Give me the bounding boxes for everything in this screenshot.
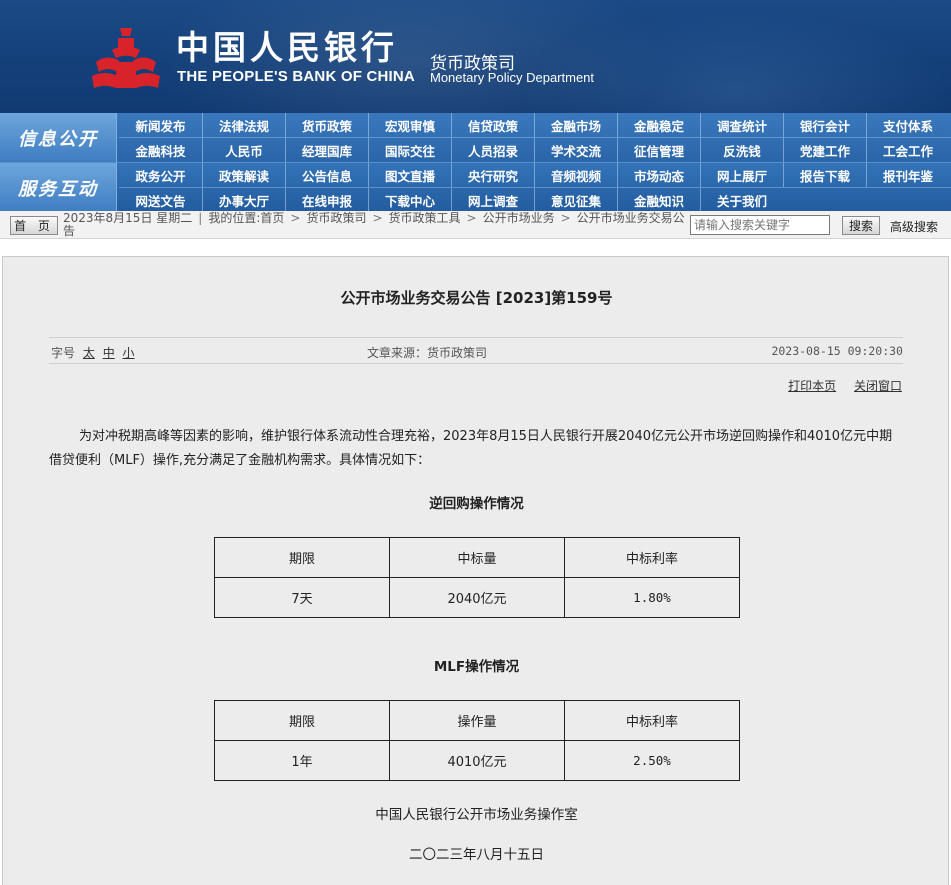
- font-size-large[interactable]: 太: [83, 346, 95, 360]
- table-header-cell: 中标利率: [564, 700, 740, 741]
- sign-date: 二〇二三年八月十五日: [409, 847, 544, 863]
- nav-item[interactable]: 新闻发布: [119, 113, 202, 137]
- table-header-cell: 期限: [214, 700, 390, 741]
- nav-item[interactable]: 市场动态: [617, 163, 700, 187]
- nav-cells: 新闻发布 法律法规 货币政策 宏观审慎 信贷政策 金融市场 金融稳定 调查统计 …: [119, 113, 951, 162]
- print-link[interactable]: 打印本页: [788, 379, 836, 393]
- nav-item[interactable]: 金融市场: [534, 113, 617, 137]
- nav-item[interactable]: 宏观审慎: [368, 113, 451, 137]
- home-button[interactable]: 首 页: [10, 216, 58, 235]
- nav-group-info: 信息公开 新闻发布 法律法规 货币政策 宏观审慎 信贷政策 金融市场 金融稳定 …: [0, 113, 951, 162]
- nav-item[interactable]: 金融稳定: [617, 113, 700, 137]
- table-cell: 1年: [214, 740, 390, 781]
- nav-group-service: 服务互动 政务公开 政策解读 公告信息 图文直播 央行研究 音频视频 市场动态 …: [0, 162, 951, 212]
- nav-item[interactable]: 关于我们: [700, 188, 783, 212]
- nav-item[interactable]: 反洗钱: [700, 138, 783, 162]
- table-cell: 4010亿元: [389, 740, 565, 781]
- font-size-label: 字号: [51, 346, 76, 360]
- table-row: 1年 4010亿元 2.50%: [214, 740, 740, 781]
- article-tools: 打印本页 关闭窗口: [774, 377, 902, 394]
- font-size-medium[interactable]: 中: [103, 346, 115, 360]
- nav-item[interactable]: 调查统计: [700, 113, 783, 137]
- nav-item[interactable]: 人民币: [202, 138, 285, 162]
- article-datetime: 2023-08-15 09:20:30: [771, 344, 903, 358]
- nav-item[interactable]: 银行会计: [783, 113, 866, 137]
- pboc-emblem-icon[interactable]: [90, 26, 162, 92]
- nav-item[interactable]: 下载中心: [368, 188, 451, 212]
- table-header-cell: 中标量: [389, 537, 565, 578]
- nav-item[interactable]: 网上调查: [451, 188, 534, 212]
- nav-item[interactable]: 征信管理: [617, 138, 700, 162]
- nav-item[interactable]: 政务公开: [119, 163, 202, 187]
- main-nav: 信息公开 新闻发布 法律法规 货币政策 宏观审慎 信贷政策 金融市场 金融稳定 …: [0, 113, 951, 212]
- close-window-link[interactable]: 关闭窗口: [854, 379, 902, 393]
- nav-item[interactable]: 金融知识: [617, 188, 700, 212]
- nav-item[interactable]: 报刊年鉴: [866, 163, 949, 187]
- nav-item[interactable]: 支付体系: [866, 113, 949, 137]
- table-cell: 7天: [214, 577, 390, 618]
- department-name-en: Monetary Policy Department: [430, 70, 595, 85]
- breadcrumb-link[interactable]: 货币政策工具: [389, 211, 461, 225]
- nav-item[interactable]: 信贷政策: [451, 113, 534, 137]
- nav-group-label: 信息公开: [0, 113, 117, 162]
- nav-group-label: 服务互动: [0, 163, 117, 212]
- current-date: 2023年8月15日 星期二: [63, 211, 193, 225]
- nav-item[interactable]: 网上展厅: [700, 163, 783, 187]
- table-row: 7天 2040亿元 1.80%: [214, 577, 740, 618]
- table-header-cell: 中标利率: [564, 537, 740, 578]
- nav-item[interactable]: 金融科技: [119, 138, 202, 162]
- article-source: 文章来源：货币政策司: [367, 346, 488, 360]
- bank-name-en: THE PEOPLE'S BANK OF CHINA: [177, 68, 415, 85]
- nav-item[interactable]: 公告信息: [285, 163, 368, 187]
- font-size-control: 字号 太 中 小: [51, 344, 135, 361]
- signature: 中国人民银行公开市场业务操作室: [375, 807, 578, 823]
- nav-item[interactable]: 法律法规: [202, 113, 285, 137]
- table-header-row: 期限 操作量 中标利率: [214, 700, 740, 741]
- location-prefix: 我的位置:: [208, 211, 261, 225]
- table-cell: 1.80%: [564, 577, 740, 618]
- nav-item[interactable]: 人员招录: [451, 138, 534, 162]
- article-meta: 字号 太 中 小 文章来源：货币政策司 2023-08-15 09:20:30: [49, 337, 903, 364]
- search-input[interactable]: [690, 215, 830, 235]
- breadcrumb: 2023年8月15日 星期二 | 我的位置:首页 > 货币政策司 > 货币政策工具 > 公开市场…: [63, 211, 685, 238]
- nav-item[interactable]: 国际交往: [368, 138, 451, 162]
- reverse-repo-title: 逆回购操作情况: [429, 496, 524, 512]
- breadcrumb-link[interactable]: 首页: [260, 211, 284, 225]
- nav-item[interactable]: 网送文告: [119, 188, 202, 212]
- nav-item[interactable]: 音频视频: [534, 163, 617, 187]
- advanced-search-link[interactable]: 高级搜索: [890, 218, 938, 235]
- nav-item[interactable]: 在线申报: [285, 188, 368, 212]
- table-cell: 2.50%: [564, 740, 740, 781]
- nav-item[interactable]: 图文直播: [368, 163, 451, 187]
- nav-item[interactable]: 货币政策: [285, 113, 368, 137]
- breadcrumb-link[interactable]: 货币政策司: [306, 211, 366, 225]
- nav-item[interactable]: 报告下载: [783, 163, 866, 187]
- table-cell: 2040亿元: [389, 577, 565, 618]
- article-title: 公开市场业务交易公告 [2023]第159号: [340, 289, 613, 307]
- nav-item[interactable]: 经理国库: [285, 138, 368, 162]
- table-header-cell: 操作量: [389, 700, 565, 741]
- mlf-title: MLF操作情况: [433, 659, 520, 675]
- nav-item[interactable]: 政策解读: [202, 163, 285, 187]
- nav-item[interactable]: 办事大厅: [202, 188, 285, 212]
- bank-name-cn: 中国人民银行: [176, 28, 398, 67]
- table-header-cell: 期限: [214, 537, 390, 578]
- font-size-small[interactable]: 小: [123, 346, 135, 360]
- nav-item[interactable]: 工会工作: [866, 138, 949, 162]
- breadcrumb-link[interactable]: 公开市场业务: [483, 211, 555, 225]
- table-header-row: 期限 中标量 中标利率: [214, 537, 740, 578]
- search-button[interactable]: 搜索: [842, 216, 880, 235]
- article-container: 公开市场业务交易公告 [2023]第159号 字号 太 中 小 文章来源：货币政…: [2, 256, 949, 885]
- breadcrumb-bar: 首 页 2023年8月15日 星期二 | 我的位置:首页 > 货币政策司 > 货币政策工具 >…: [0, 211, 951, 239]
- nav-item[interactable]: 党建工作: [783, 138, 866, 162]
- header-banner: 中国人民银行 THE PEOPLE'S BANK OF CHINA 货币政策司 …: [0, 0, 951, 113]
- article-paragraph: 为对冲税期高峰等因素的影响，维护银行体系流动性合理充裕，2023年8月15日人民…: [49, 429, 893, 468]
- mlf-table: 期限 操作量 中标利率 1年 4010亿元 2.50%: [214, 700, 740, 781]
- nav-item[interactable]: 意见征集: [534, 188, 617, 212]
- nav-item[interactable]: 学术交流: [534, 138, 617, 162]
- reverse-repo-table: 期限 中标量 中标利率 7天 2040亿元 1.80%: [214, 537, 740, 618]
- banner-glow-secondary: [520, 10, 950, 113]
- nav-item[interactable]: 央行研究: [451, 163, 534, 187]
- nav-cells: 政务公开 政策解读 公告信息 图文直播 央行研究 音频视频 市场动态 网上展厅 …: [119, 163, 951, 212]
